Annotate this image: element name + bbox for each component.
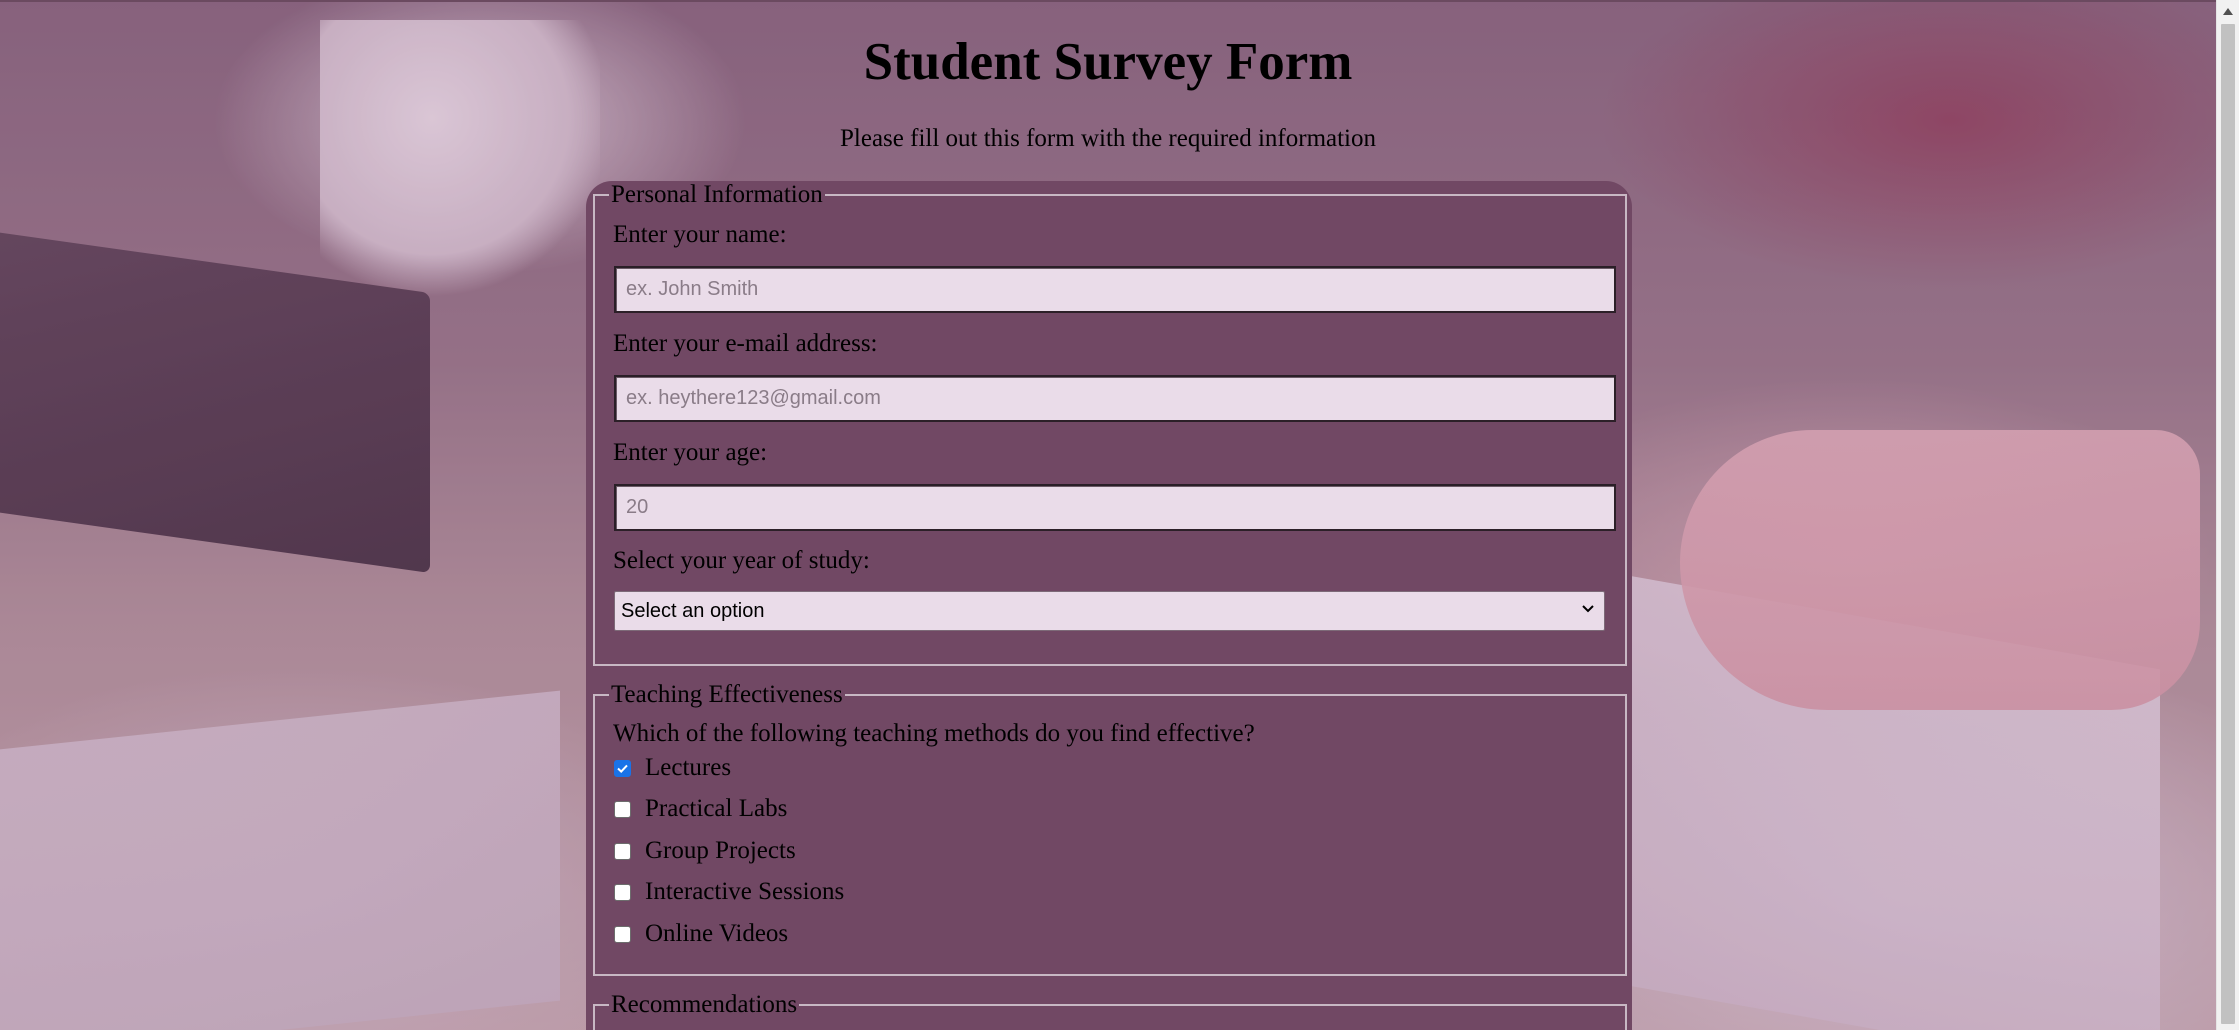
page-title: Student Survey Form (863, 33, 1353, 91)
practical-labs-label: Practical Labs (645, 795, 788, 822)
name-input[interactable] (614, 266, 1616, 313)
top-border (0, 0, 2216, 2)
option-practical-labs[interactable]: Practical Labs (613, 792, 787, 826)
teaching-methods-question: Which of the following teaching methods … (613, 720, 1255, 747)
age-input[interactable] (614, 484, 1616, 531)
practical-labs-checkbox[interactable] (614, 800, 631, 818)
lectures-checkbox[interactable] (614, 759, 631, 777)
online-videos-checkbox[interactable] (614, 925, 631, 943)
teaching-effectiveness-legend: Teaching Effectiveness (611, 681, 843, 708)
option-group-projects[interactable]: Group Projects (613, 834, 796, 868)
personal-information-legend: Personal Information (611, 181, 823, 208)
option-lectures[interactable]: Lectures (613, 751, 731, 785)
online-videos-label: Online Videos (645, 920, 789, 947)
name-label: Enter your name: (613, 221, 787, 248)
age-label: Enter your age: (613, 439, 768, 466)
recommendations-fieldset: Recommendations (593, 992, 1627, 1030)
email-input[interactable] (614, 375, 1616, 422)
option-interactive-sessions[interactable]: Interactive Sessions (613, 875, 844, 909)
scrollbar-thumb[interactable] (2221, 24, 2235, 1024)
year-of-study-selected: Select an option (621, 599, 765, 622)
checkmark-icon (617, 764, 628, 773)
year-of-study-select[interactable]: Select an option (614, 591, 1605, 631)
interactive-sessions-label: Interactive Sessions (645, 878, 845, 905)
page-subtitle: Please fill out this form with the requi… (840, 125, 1376, 152)
group-projects-label: Group Projects (645, 837, 796, 864)
recommendations-legend: Recommendations (611, 991, 798, 1018)
chevron-down-icon (1580, 600, 1596, 620)
vertical-scrollbar[interactable] (2216, 0, 2239, 1030)
year-of-study-label: Select your year of study: (613, 547, 870, 574)
option-online-videos[interactable]: Online Videos (613, 917, 788, 951)
email-label: Enter your e-mail address: (613, 330, 878, 357)
lectures-label: Lectures (645, 754, 732, 781)
interactive-sessions-checkbox[interactable] (614, 883, 631, 901)
group-projects-checkbox[interactable] (614, 842, 631, 860)
scroll-up-arrow-icon[interactable] (2217, 0, 2239, 22)
